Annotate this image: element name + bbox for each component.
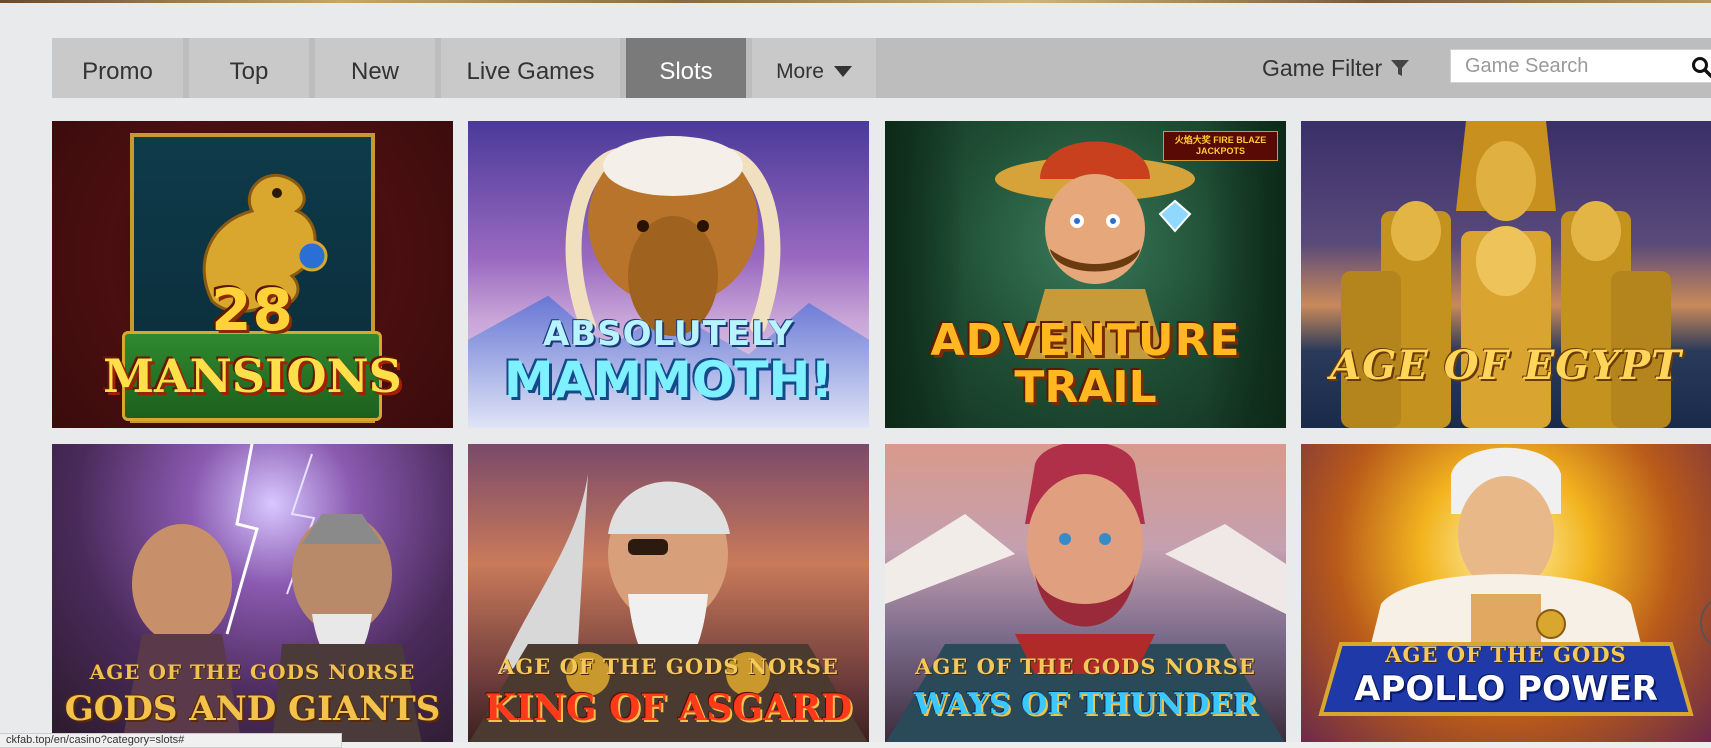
- game-tile-king-of-asgard[interactable]: AGE OF THE GODS NORSE KING OF ASGARD: [468, 444, 869, 744]
- game-tile-age-of-egypt[interactable]: AGE OF EGYPT: [1301, 121, 1711, 428]
- game-subtitle: GODS AND GIANTS: [64, 689, 441, 729]
- game-title: 28: [211, 276, 294, 344]
- game-title: AGE OF THE GODS: [1385, 642, 1627, 667]
- game-tile-apollo-power[interactable]: AGE OF THE GODS APOLLO POWER: [1301, 444, 1711, 744]
- game-art-apollo-power: AGE OF THE GODS APOLLO POWER: [1301, 444, 1711, 744]
- tab-new[interactable]: New: [315, 38, 435, 98]
- game-art-adventure-trail: 火焰大奖 FIRE BLAZE JACKPOTS ADVENTURE TRAIL: [885, 121, 1286, 428]
- game-art-age-of-egypt: AGE OF EGYPT: [1301, 121, 1711, 428]
- game-search-input[interactable]: [1451, 50, 1681, 82]
- game-filter-button[interactable]: Game Filter: [1262, 52, 1410, 84]
- game-tile-28-mansions[interactable]: 28 MANSIONS: [52, 121, 453, 428]
- game-tile-absolutely-mammoth[interactable]: ABSOLUTELY MAMMOTH!: [468, 121, 869, 428]
- bottom-edge: [342, 742, 1711, 748]
- game-tile-adventure-trail[interactable]: 火焰大奖 FIRE BLAZE JACKPOTS ADVENTURE TRAIL: [885, 121, 1286, 428]
- fire-blaze-jackpots-badge: 火焰大奖 FIRE BLAZE JACKPOTS: [1163, 131, 1278, 161]
- game-art-28-mansions: 28 MANSIONS: [52, 121, 453, 428]
- game-subtitle: WAYS OF THUNDER: [913, 687, 1258, 722]
- game-category-nav: Promo Top New Live Games Slots More Game…: [52, 38, 1711, 98]
- game-title: ABSOLUTELY: [542, 314, 795, 354]
- game-tile-gods-and-giants[interactable]: AGE OF THE GODS NORSE GODS AND GIANTS: [52, 444, 453, 744]
- tab-slots[interactable]: Slots: [626, 38, 746, 98]
- game-title: AGE OF EGYPT: [1330, 342, 1682, 389]
- tab-top[interactable]: Top: [189, 38, 309, 98]
- game-search-box: [1450, 49, 1711, 83]
- game-subtitle: KING OF ASGARD: [484, 687, 853, 729]
- tab-live-games[interactable]: Live Games: [441, 38, 620, 98]
- more-label: More: [776, 60, 824, 83]
- game-subtitle: TRAIL: [1014, 362, 1157, 413]
- game-subtitle: APOLLO POWER: [1354, 669, 1658, 709]
- game-title: AGE OF THE GODS NORSE: [915, 654, 1256, 679]
- status-bar-url: ckfab.top/en/casino?category=slots#: [0, 733, 342, 748]
- game-subtitle: MAMMOTH!: [503, 351, 834, 409]
- game-art-absolutely-mammoth: ABSOLUTELY MAMMOTH!: [468, 121, 869, 428]
- game-filter-label: Game Filter: [1262, 54, 1383, 81]
- game-art-king-of-asgard: AGE OF THE GODS NORSE KING OF ASGARD: [468, 444, 869, 744]
- search-icon[interactable]: [1691, 56, 1711, 78]
- game-subtitle: MANSIONS: [103, 349, 402, 403]
- game-art-ways-of-thunder: AGE OF THE GODS NORSE WAYS OF THUNDER: [885, 444, 1286, 744]
- game-tile-ways-of-thunder[interactable]: AGE OF THE GODS NORSE WAYS OF THUNDER: [885, 444, 1286, 744]
- game-art-gods-and-giants: AGE OF THE GODS NORSE GODS AND GIANTS: [52, 444, 453, 744]
- game-title: AGE OF THE GODS NORSE: [498, 654, 839, 679]
- top-banner-edge: [0, 0, 1711, 3]
- filter-icon: [1391, 60, 1410, 76]
- game-title: ADVENTURE: [930, 315, 1241, 366]
- tab-promo[interactable]: Promo: [52, 38, 183, 98]
- mammoth-icon: [565, 136, 781, 336]
- more-dropdown[interactable]: More: [752, 38, 876, 98]
- game-title: AGE OF THE GODS NORSE: [89, 660, 416, 684]
- caret-down-icon: [833, 65, 852, 77]
